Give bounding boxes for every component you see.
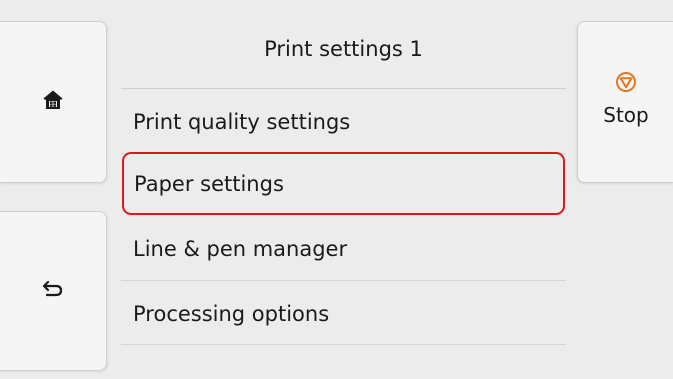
home-button[interactable] <box>0 21 107 183</box>
list-divider <box>121 280 566 281</box>
menu-item-label: Processing options <box>133 302 330 326</box>
title-divider <box>121 88 566 89</box>
page-title: Print settings 1 <box>264 37 423 61</box>
settings-menu: Print settings 1 Print quality settings … <box>121 18 566 358</box>
menu-item-label: Line & pen manager <box>133 237 348 261</box>
back-button[interactable] <box>0 211 107 371</box>
stop-icon <box>615 72 637 97</box>
back-icon <box>42 279 64 303</box>
stop-button[interactable]: Stop <box>577 21 673 183</box>
menu-item-line-pen-manager[interactable]: Line & pen manager <box>121 218 566 280</box>
menu-item-print-quality-settings[interactable]: Print quality settings <box>121 91 566 153</box>
menu-item-processing-options[interactable]: Processing options <box>121 283 566 345</box>
stop-label: Stop <box>603 103 649 127</box>
menu-item-label: Print quality settings <box>133 110 351 134</box>
home-icon <box>41 88 65 116</box>
menu-item-paper-settings[interactable]: Paper settings <box>122 152 565 215</box>
printer-panel-screen: Print settings 1 Print quality settings … <box>0 0 673 379</box>
menu-item-label: Paper settings <box>134 171 284 196</box>
list-divider <box>121 344 566 345</box>
